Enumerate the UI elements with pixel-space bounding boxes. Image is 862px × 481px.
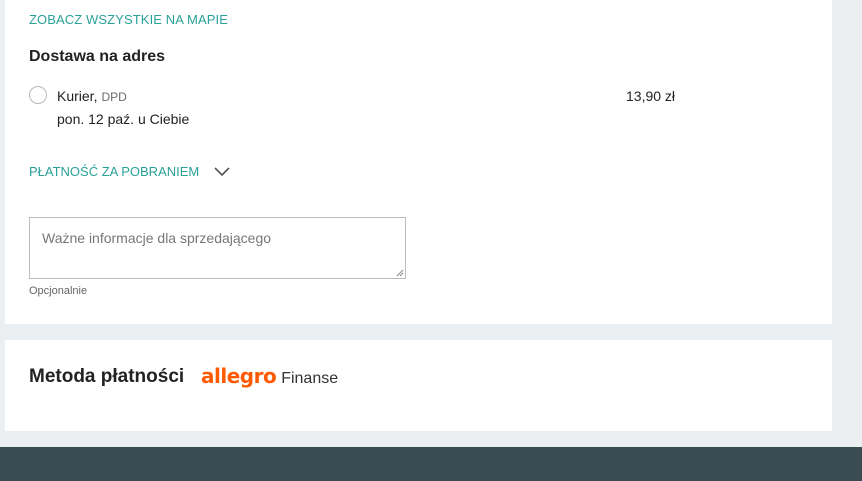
see-all-on-map-link[interactable]: ZOBACZ WSZYSTKIE NA MAPIE — [29, 12, 228, 27]
resize-grip-icon[interactable] — [396, 269, 404, 277]
seller-note-textarea[interactable]: Ważne informacje dla sprzedającego — [29, 217, 406, 279]
delivery-date: pon. 12 paź. u Ciebie — [57, 111, 190, 127]
finanse-label: Finanse — [281, 370, 339, 387]
courier-radio[interactable] — [29, 86, 47, 104]
delivery-section-title: Dostawa na adres — [29, 48, 166, 65]
chevron-down-icon — [214, 166, 230, 176]
seller-note-hint: Opcjonalnie — [29, 285, 88, 297]
allegro-logo: allegro — [201, 364, 277, 388]
cash-on-delivery-toggle[interactable]: PŁATNOŚĆ ZA POBRANIEM — [29, 164, 231, 179]
payment-card: Metoda płatności allegro Finanse — [5, 340, 832, 431]
allegro-finanse-logo: allegro Finanse — [201, 364, 338, 388]
courier-name: Kurier, — [57, 88, 98, 104]
payment-method-title: Metoda płatności — [29, 366, 185, 387]
cash-on-delivery-label: PŁATNOŚĆ ZA POBRANIEM — [29, 164, 200, 179]
seller-note-placeholder: Ważne informacje dla sprzedającego — [42, 230, 272, 246]
courier-carrier: DPD — [101, 90, 127, 104]
delivery-price: 13,90 zł — [626, 88, 676, 104]
delivery-card: ZOBACZ WSZYSTKIE NA MAPIE Dostawa na adr… — [5, 0, 832, 324]
page-footer — [0, 447, 862, 481]
courier-option-label[interactable]: Kurier, DPD — [57, 88, 127, 104]
